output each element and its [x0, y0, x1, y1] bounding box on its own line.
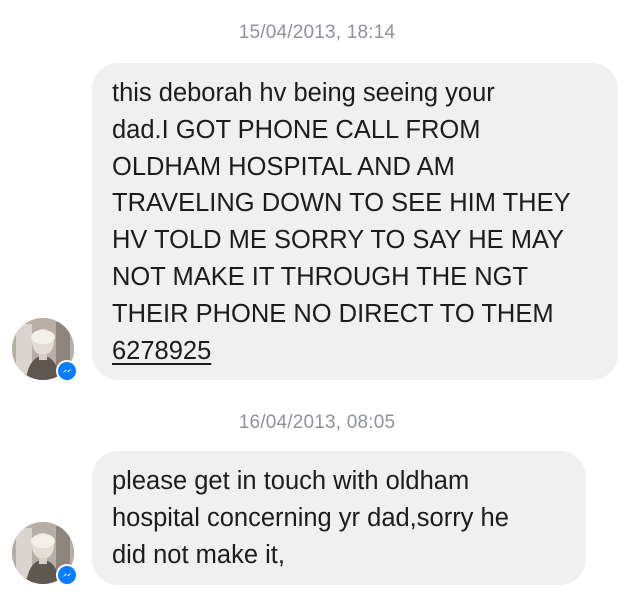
message-thread: 15/04/2013, 18:14 this deborah hv being …: [0, 0, 634, 601]
messenger-icon: [62, 572, 72, 577]
phone-number-link[interactable]: 6278925: [112, 337, 211, 365]
sender-avatar[interactable]: [12, 318, 78, 382]
message-timestamp: 16/04/2013, 08:05: [238, 412, 396, 433]
message-timestamp: 15/04/2013, 18:14: [238, 22, 396, 43]
messenger-badge: [56, 564, 78, 586]
message-bubble[interactable]: please get in touch with oldham hospital…: [92, 451, 586, 585]
message-line: hospital concerning yr dad,sorry he: [112, 503, 509, 532]
message-line: THEIR PHONE NO DIRECT TO THEM: [112, 299, 554, 328]
message-line: dad.I GOT PHONE CALL FROM: [112, 115, 481, 144]
message-bubble[interactable]: this deborah hv being seeing your dad.I …: [92, 63, 618, 380]
message-line: HV TOLD ME SORRY TO SAY HE MAY: [112, 226, 565, 255]
message-line: did not make it,: [112, 540, 285, 569]
message-line: OLDHAM HOSPITAL AND AM: [112, 152, 455, 181]
sender-avatar[interactable]: [12, 522, 78, 586]
message-line: TRAVELING DOWN TO SEE HIM THEY: [112, 189, 571, 218]
messenger-icon: [62, 368, 72, 373]
message-line: NOT MAKE IT THROUGH THE NGT: [112, 262, 529, 291]
message-line: please get in touch with oldham: [112, 467, 470, 495]
message-line: this deborah hv being seeing your: [112, 79, 495, 107]
messenger-badge: [56, 360, 78, 382]
